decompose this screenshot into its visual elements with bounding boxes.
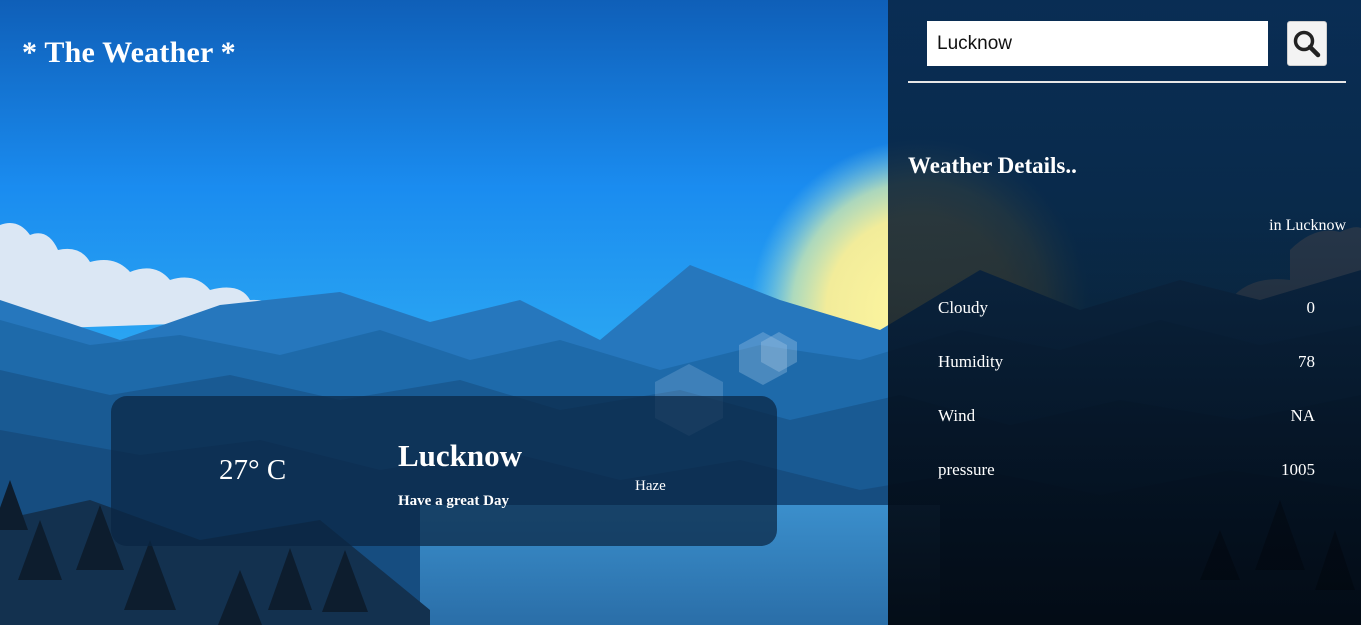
temperature-value: 27° C — [219, 454, 287, 486]
detail-row-pressure: pressure 1005 — [938, 460, 1315, 484]
divider — [908, 81, 1346, 83]
search-button[interactable] — [1287, 21, 1327, 66]
detail-row-humidity: Humidity 78 — [938, 352, 1315, 376]
detail-value: 0 — [1306, 298, 1316, 317]
details-title: Weather Details.. — [908, 153, 1077, 178]
detail-label: Wind — [938, 406, 976, 425]
details-panel: Weather Details.. in Lucknow Cloudy 0 Hu… — [888, 0, 1361, 625]
app-title: * The Weather * — [22, 36, 236, 69]
detail-label: Humidity — [938, 352, 1004, 371]
detail-label: pressure — [938, 460, 995, 479]
details-location: in Lucknow — [1269, 217, 1346, 234]
detail-value: NA — [1290, 406, 1315, 425]
greeting-text: Have a great Day — [398, 493, 509, 509]
detail-value: 1005 — [1281, 460, 1315, 479]
weather-condition: Haze — [635, 478, 666, 494]
search-icon — [1293, 30, 1321, 57]
detail-value: 78 — [1298, 352, 1315, 371]
detail-row-cloudy: Cloudy 0 — [938, 298, 1315, 322]
city-name: Lucknow — [398, 438, 523, 473]
current-weather-card: 27° C Lucknow Have a great Day Haze — [111, 396, 777, 546]
detail-label: Cloudy — [938, 298, 989, 317]
search-input[interactable] — [927, 21, 1268, 66]
detail-row-wind: Wind NA — [938, 406, 1315, 430]
